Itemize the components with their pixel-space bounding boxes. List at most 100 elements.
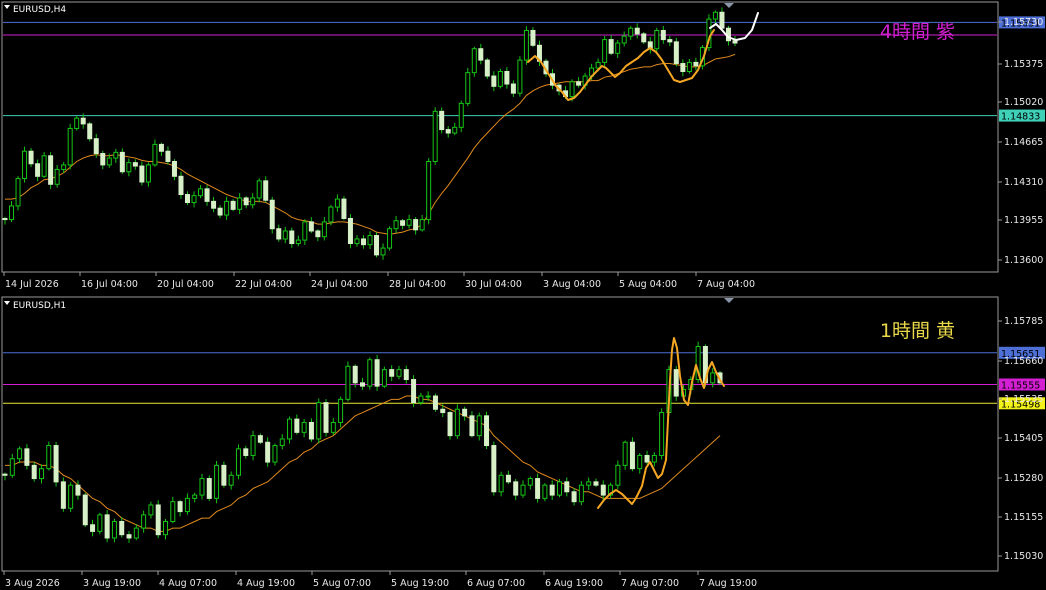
candle — [74, 116, 80, 131]
x-tick-label: 20 Jul 04:00 — [157, 279, 214, 290]
mt4-chart-window: EURUSD,H4 4時間 紫 1.156511.148331.157301.1… — [1, 1, 1045, 589]
y-tick-label: 1.13600 — [1004, 255, 1043, 266]
y-tick-label: 1.15785 — [1004, 316, 1043, 327]
candle — [68, 482, 74, 513]
candle — [53, 441, 59, 487]
y-tick-label: 1.15375 — [1004, 59, 1043, 70]
candle — [381, 366, 387, 388]
candle — [97, 512, 103, 535]
candle — [250, 430, 256, 461]
candle — [542, 483, 548, 502]
candle — [272, 443, 278, 466]
candle — [235, 444, 241, 480]
h4-panel[interactable]: EURUSD,H4 4時間 紫 1.156511.148331.157301.1… — [1, 1, 1045, 290]
x-tick-label: 6 Aug 07:00 — [467, 578, 525, 589]
x-tick-label: 22 Jul 04:00 — [235, 279, 292, 290]
h1-panel[interactable]: EURUSD,H1 1時間 黄 1.156511.155551.154981.1… — [1, 296, 1045, 589]
candle — [221, 461, 227, 488]
candle — [22, 146, 28, 183]
candle — [641, 31, 647, 45]
candle — [31, 462, 37, 482]
h1-time-axis: 3 Aug 2026 3 Aug 19:00 4 Aug 07:00 4 Aug 19… — [3, 571, 757, 589]
x-tick-label: 5 Aug 19:00 — [391, 578, 449, 589]
h1-plot-frame — [1, 296, 999, 572]
candle — [46, 441, 52, 471]
svg-text:1.14833: 1.14833 — [1001, 112, 1040, 123]
x-tick-label: 14 Jul 2026 — [5, 279, 59, 290]
h4-time-axis: 14 Jul 2026 16 Jul 04:00 20 Jul 04:00 22 Ju… — [3, 272, 755, 290]
x-tick-label: 7 Aug 19:00 — [699, 578, 757, 589]
x-tick-label: 16 Jul 04:00 — [81, 279, 138, 290]
candle — [673, 37, 679, 67]
candle — [387, 226, 393, 251]
candle — [82, 492, 88, 527]
candle — [602, 35, 608, 68]
candle — [447, 410, 453, 440]
candle — [41, 151, 47, 179]
x-tick-label: 3 Aug 19:00 — [83, 578, 141, 589]
h1-price-axis: 1.156511.155551.154981.157851.156601.155… — [998, 316, 1045, 562]
x-tick-label: 3 Aug 2026 — [5, 578, 60, 589]
y-tick-label: 1.15535 — [1004, 394, 1043, 405]
x-tick-label: 5 Aug 04:00 — [619, 279, 677, 290]
candle — [497, 68, 503, 89]
h1-symbol-label: EURUSD,H1 — [13, 301, 66, 311]
candle — [345, 361, 351, 402]
candle — [341, 196, 347, 221]
candle — [374, 232, 380, 258]
candle — [67, 123, 73, 170]
y-tick-label: 1.15280 — [1004, 473, 1043, 484]
candle — [426, 158, 432, 225]
candle — [367, 357, 373, 390]
candle — [347, 214, 353, 249]
candle — [323, 399, 329, 437]
candle — [471, 46, 477, 77]
y-tick-label: 1.15020 — [1004, 97, 1043, 108]
candle — [155, 500, 161, 539]
x-tick-label: 24 Jul 04:00 — [311, 279, 368, 290]
x-tick-label: 7 Aug 07:00 — [621, 578, 679, 589]
candle — [530, 27, 536, 48]
price-tag-1: 1.15555 — [999, 378, 1045, 391]
candle — [556, 478, 562, 498]
candle — [484, 411, 490, 450]
x-tick-label: 5 Aug 07:00 — [313, 578, 371, 589]
candle — [15, 176, 21, 211]
candle — [28, 148, 34, 167]
candle — [491, 441, 497, 496]
y-tick-label: 1.15030 — [1004, 551, 1043, 562]
y-tick-label: 1.13955 — [1004, 215, 1043, 226]
candle — [458, 100, 464, 133]
x-tick-label: 4 Aug 19:00 — [237, 578, 295, 589]
candle — [206, 475, 212, 501]
candle — [411, 375, 417, 408]
candle — [673, 365, 679, 401]
h4-symbol-label: EURUSD,H4 — [13, 5, 66, 15]
candle — [119, 148, 125, 174]
candle — [484, 58, 490, 79]
x-tick-label: 7 Aug 04:00 — [697, 279, 755, 290]
h4-price-axis: 1.156511.148331.157301.153751.150201.146… — [998, 16, 1045, 266]
candle — [659, 408, 665, 460]
candle — [328, 204, 334, 226]
candle — [517, 56, 523, 97]
x-tick-label: 28 Jul 04:00 — [389, 279, 446, 290]
candle — [338, 396, 344, 428]
candle — [48, 152, 54, 189]
y-tick-label: 1.14665 — [1004, 137, 1043, 148]
candle — [629, 437, 635, 472]
h4-annotation-label: 4時間 紫 — [880, 21, 955, 43]
price-tag-2: 1.14833 — [999, 109, 1045, 123]
y-tick-label: 1.15730 — [1004, 17, 1043, 28]
candle — [104, 510, 110, 543]
candle — [60, 477, 66, 512]
y-tick-label: 1.15405 — [1004, 433, 1043, 444]
candle — [454, 404, 460, 439]
candle — [439, 107, 445, 134]
candle — [214, 461, 220, 504]
candle — [432, 393, 438, 412]
candle — [523, 26, 529, 65]
candle — [578, 481, 584, 506]
x-tick-label: 3 Aug 04:00 — [543, 279, 601, 290]
candle — [374, 354, 380, 391]
